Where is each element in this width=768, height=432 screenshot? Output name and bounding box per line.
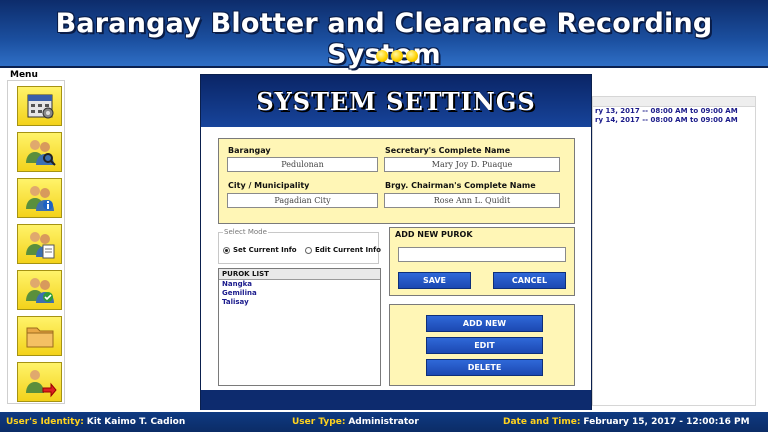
chairman-field[interactable]: Rose Ann L. Quidit [384,193,560,208]
radio-checked-icon[interactable] [223,246,230,254]
users-search-icon [25,140,56,166]
barangay-info-panel: Barangay Pedulonan Secretary's Complete … [218,138,575,224]
menu-button-folder[interactable] [17,316,62,356]
user-type-status: User Type: Administrator [292,412,419,432]
city-label: City / Municipality [228,181,310,190]
secretary-label: Secretary's Complete Name [385,146,511,155]
users-check-icon [25,278,54,303]
add-new-button[interactable]: ADD NEW [426,315,543,332]
purok-list[interactable]: PUROK LIST Nangka Gemilina Talisay [218,268,381,386]
menu-button-search-residents[interactable] [17,132,62,172]
list-item[interactable]: Gemilina [219,289,380,298]
menu-button-logout[interactable] [17,362,62,402]
select-mode-group: Select Mode Set Current Info Edit Curren… [218,228,381,264]
schedule-list-header [593,97,755,107]
select-mode-legend: Select Mode [223,228,268,236]
list-item[interactable]: ry 14, 2017 -- 08:00 AM to 09:00 AM [593,116,755,125]
schedule-list[interactable]: ry 13, 2017 -- 08:00 AM to 09:00 AM ry 1… [592,96,756,406]
user-identity-status: User's Identity: Kit Kaimo T. Cadion [6,412,185,432]
delete-button[interactable]: DELETE [426,359,543,376]
barangay-field[interactable]: Pedulonan [227,157,378,172]
menu-panel: Menu [5,70,67,405]
app-header: Barangay Blotter and Clearance Recording… [0,0,768,70]
status-bar: User's Identity: Kit Kaimo T. Cadion Use… [0,412,768,432]
radio-edit-current-info[interactable]: Edit Current Info [305,246,381,254]
menu-button-info[interactable] [17,178,62,218]
users-info-icon [25,186,54,211]
identity-label: User's Identity: [6,417,84,427]
menu-button-records[interactable] [17,224,62,264]
barangay-label: Barangay [228,146,271,155]
radio-label: Edit Current Info [315,246,381,254]
edit-button[interactable]: EDIT [426,337,543,354]
calendar-settings-icon [27,94,53,119]
radio-label: Set Current Info [233,246,297,254]
list-item[interactable]: Nangka [219,280,380,289]
dot-icon [376,50,388,62]
city-field[interactable]: Pagadian City [227,193,378,208]
dot-icon [391,50,403,62]
dialog-header: SYSTEM SETTINGS [201,75,591,127]
type-value: Administrator [348,417,419,427]
add-purok-title: ADD NEW PUROK [395,230,473,239]
chairman-label: Brgy. Chairman's Complete Name [385,181,536,190]
purok-list-header: PUROK LIST [219,269,380,280]
add-purok-panel: ADD NEW PUROK SAVE CANCEL [389,227,575,296]
menu-button-settings[interactable] [17,86,62,126]
type-label: User Type: [292,417,346,427]
list-item[interactable]: Talisay [219,298,380,307]
header-dots [376,50,418,62]
purok-name-input[interactable] [398,247,566,262]
identity-value: Kit Kaimo T. Cadion [86,417,186,427]
cancel-button[interactable]: CANCEL [493,272,566,289]
list-item[interactable]: ry 13, 2017 -- 08:00 AM to 09:00 AM [593,107,755,116]
dialog-footer [201,390,591,410]
secretary-field[interactable]: Mary Joy D. Puaque [384,157,560,172]
folder-icon [26,327,53,348]
menu-label: Menu [10,70,38,80]
dialog-title: SYSTEM SETTINGS [256,87,536,116]
save-button[interactable]: SAVE [398,272,471,289]
user-logout-icon [25,370,57,398]
menu-button-clearance[interactable] [17,270,62,310]
users-document-icon [25,232,54,259]
datetime-label: Date and Time: [503,417,581,427]
radio-unchecked-icon[interactable] [305,246,312,254]
date-time-status: Date and Time: February 15, 2017 - 12:00… [503,412,750,432]
system-settings-dialog: SYSTEM SETTINGS Barangay Pedulonan Secre… [200,74,592,410]
datetime-value: February 15, 2017 - 12:00:16 PM [583,417,750,427]
radio-set-current-info[interactable]: Set Current Info [223,246,297,254]
purok-actions-panel: ADD NEW EDIT DELETE [389,304,575,386]
dot-icon [406,50,418,62]
